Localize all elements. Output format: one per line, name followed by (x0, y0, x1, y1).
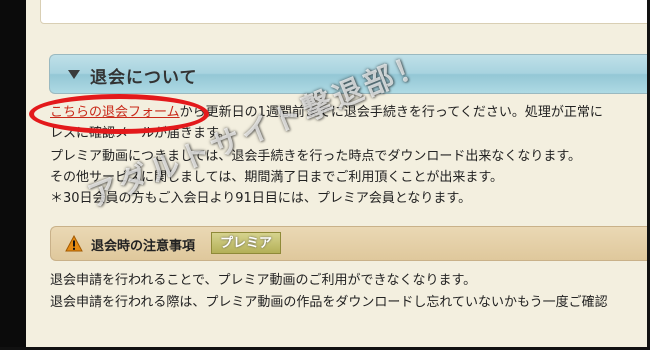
previous-content-box (40, 0, 650, 24)
warning-icon (65, 235, 83, 252)
highlight-oval (29, 94, 209, 134)
note-line-1: 退会申請を行われることで、プレミア動画のご利用ができなくなります。 (50, 273, 477, 288)
note-line-2: 退会申請を行われる際は、プレミア動画の作品をダウンロードし忘れていないかもう一度… (50, 295, 608, 310)
collapse-triangle-icon (68, 70, 80, 79)
window-frame-left (0, 0, 26, 350)
premium-badge: プレミア (211, 232, 282, 254)
section-title: 退会について (90, 68, 198, 88)
notice-box: 退会時の注意事項 プレミア (50, 226, 650, 261)
notice-title: 退会時の注意事項 (91, 239, 196, 254)
